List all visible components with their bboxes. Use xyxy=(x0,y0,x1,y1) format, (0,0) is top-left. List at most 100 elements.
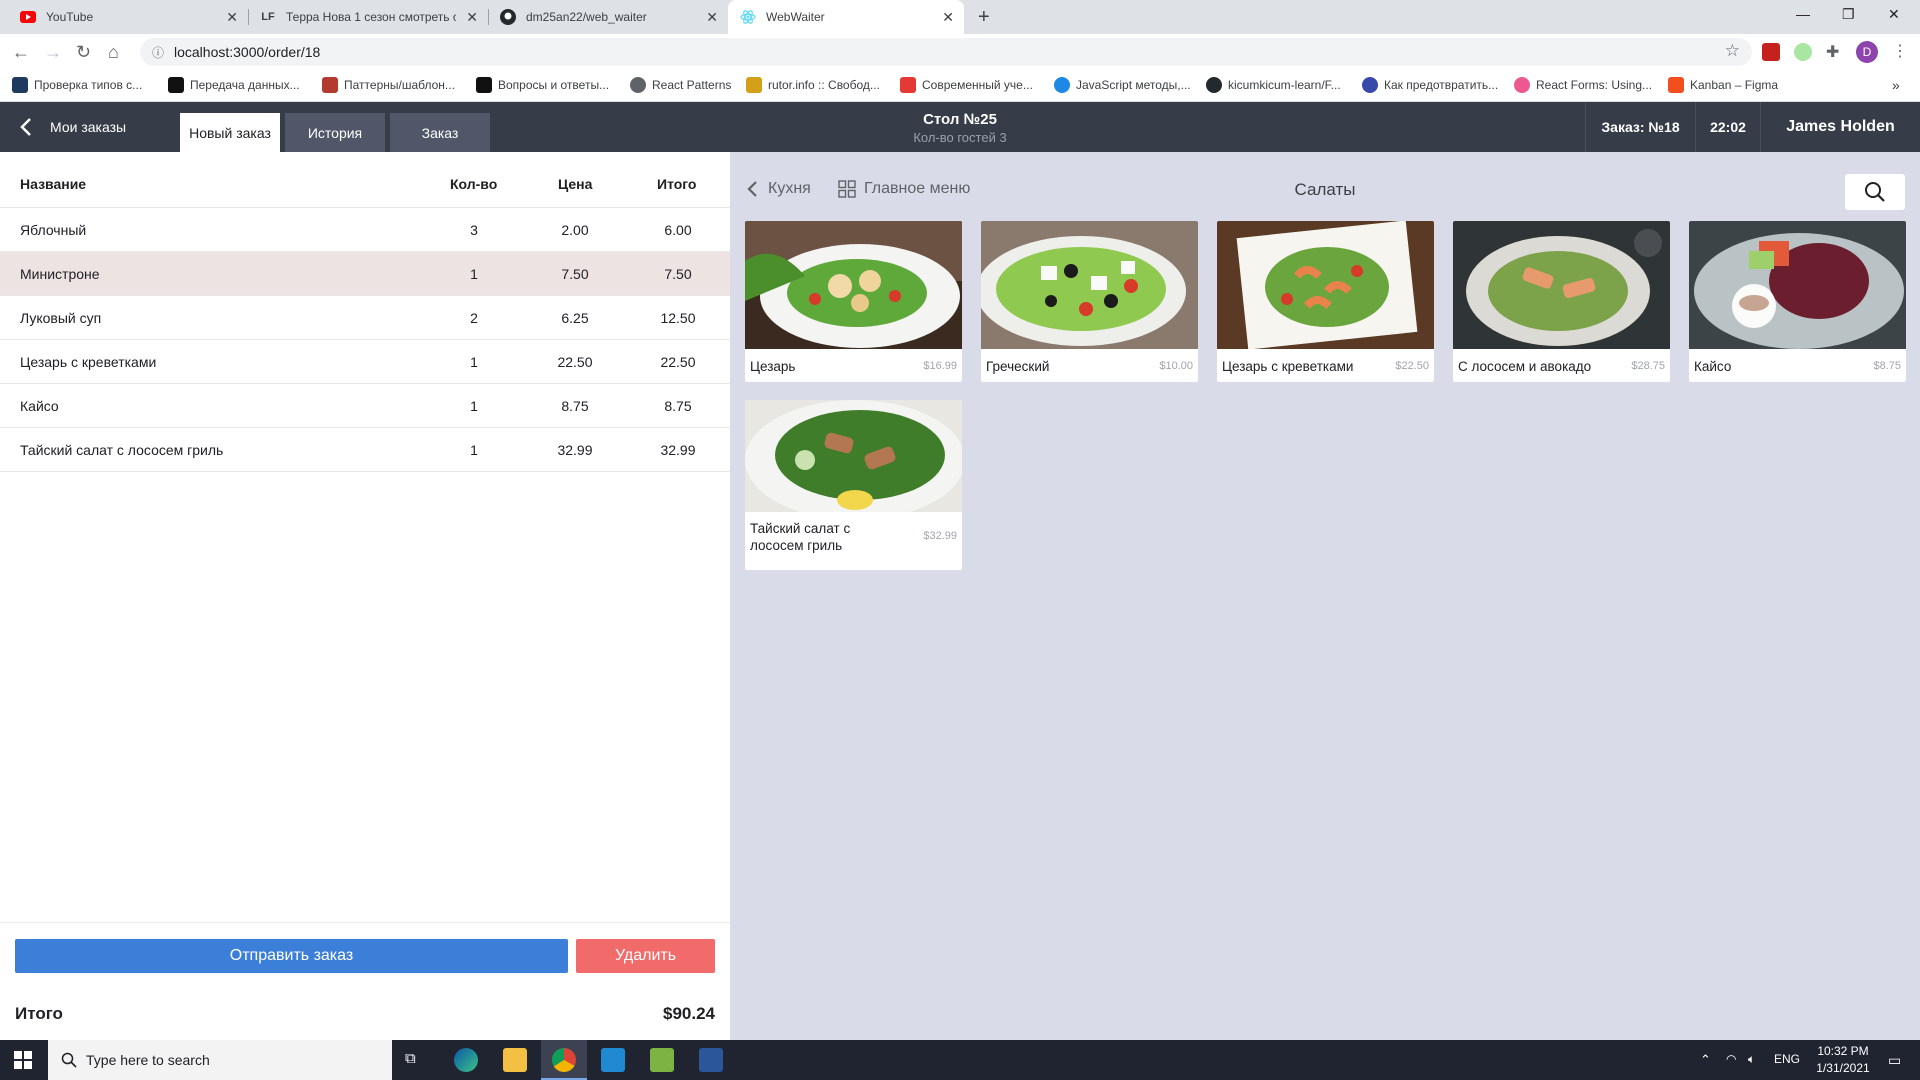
table-row[interactable]: Тайский салат с лососем гриль 1 32.99 32… xyxy=(0,428,730,472)
edge-icon[interactable] xyxy=(454,1048,478,1072)
bookmark-item[interactable]: Вопросы и ответы... xyxy=(476,77,609,93)
menu-item-card[interactable]: Цезарь с креветками $22.50 xyxy=(1217,221,1434,382)
search-icon xyxy=(61,1052,77,1068)
dish-image xyxy=(1453,221,1670,349)
bookmark-item[interactable]: React Patterns xyxy=(630,77,731,93)
table-row[interactable]: Луковый суп 2 6.25 12.50 xyxy=(0,296,730,340)
volume-icon[interactable]: 🔈︎ xyxy=(1748,1052,1755,1067)
restore-icon[interactable]: ❐ xyxy=(1842,6,1855,23)
language-indicator[interactable]: ENG xyxy=(1774,1052,1800,1066)
menu-item-card[interactable]: Греческий $10.00 xyxy=(981,221,1198,382)
bookmark-icon xyxy=(630,77,646,93)
item-total: 7.50 xyxy=(664,266,692,282)
main-menu-button[interactable]: Главное меню xyxy=(838,180,970,198)
menu-item-card[interactable]: Кайсо $8.75 xyxy=(1689,221,1906,382)
taskbar-search-input[interactable]: Type here to search xyxy=(48,1040,392,1080)
bookmark-item[interactable]: Проверка типов с... xyxy=(12,77,142,93)
task-view-icon[interactable]: ⧉ xyxy=(405,1050,416,1067)
app-icon[interactable] xyxy=(650,1048,674,1072)
bookmark-item[interactable]: rutor.info :: Свобод... xyxy=(746,77,880,93)
bookmark-icon xyxy=(746,77,762,93)
close-window-icon[interactable]: ✕ xyxy=(1888,6,1900,23)
browser-tab-github[interactable]: dm25an22/web_waiter ✕ xyxy=(488,0,728,34)
extension-icon[interactable] xyxy=(1794,43,1812,61)
profile-avatar[interactable]: D xyxy=(1856,41,1878,63)
tab-order[interactable]: Заказ xyxy=(390,113,490,152)
notification-icon[interactable]: ▭ xyxy=(1888,1052,1901,1069)
bookmark-item[interactable]: Как предотвратить... xyxy=(1362,77,1498,93)
dish-price: $10.00 xyxy=(1159,360,1193,372)
info-icon[interactable]: ⓘ xyxy=(152,44,164,61)
more-icon[interactable]: ⋮ xyxy=(1892,41,1908,61)
dish-name: С лососем и авокадо xyxy=(1458,359,1592,374)
menu-item-card[interactable]: С лососем и авокадо $28.75 xyxy=(1453,221,1670,382)
item-qty: 3 xyxy=(470,222,478,238)
clock-time[interactable]: 10:32 PM xyxy=(1808,1044,1878,1058)
clock-date[interactable]: 1/31/2021 xyxy=(1808,1061,1878,1075)
wifi-icon[interactable]: ◠ xyxy=(1726,1052,1736,1066)
chevron-left-icon xyxy=(747,181,757,197)
taskbar: Type here to search ⧉ ⌃ ◠ 🔈︎ ENG 10:32 P… xyxy=(0,1040,1920,1080)
close-icon[interactable]: ✕ xyxy=(226,9,238,26)
extension-icon[interactable] xyxy=(1762,43,1780,61)
category-title: Салаты xyxy=(1294,180,1356,199)
delete-button[interactable]: Удалить xyxy=(576,939,715,973)
react-icon xyxy=(740,9,756,25)
puzzle-icon[interactable]: ✚ xyxy=(1826,42,1839,62)
table-row[interactable]: Кайсо 1 8.75 8.75 xyxy=(0,384,730,428)
tab-new-order[interactable]: Новый заказ xyxy=(180,113,280,152)
close-icon[interactable]: ✕ xyxy=(466,9,478,26)
dish-name: Кайсо xyxy=(1694,359,1732,374)
item-total: 22.50 xyxy=(660,354,696,370)
order-number: Заказ: №18 xyxy=(1585,102,1695,152)
reload-icon[interactable]: ↻ xyxy=(76,42,91,63)
dish-price: $32.99 xyxy=(923,530,957,542)
close-icon[interactable]: ✕ xyxy=(942,9,954,26)
bookmark-item[interactable]: JavaScript методы,... xyxy=(1054,77,1191,93)
home-icon[interactable]: ⌂ xyxy=(108,42,119,63)
browser-tab-terra-nova[interactable]: LF Терра Нова 1 сезон смотреть о ✕ xyxy=(248,0,488,34)
chrome-icon[interactable] xyxy=(552,1048,576,1072)
item-total: 6.00 xyxy=(664,222,692,238)
tab-history[interactable]: История xyxy=(285,113,385,152)
item-price: 7.50 xyxy=(561,266,589,282)
vscode-icon[interactable] xyxy=(601,1048,625,1072)
new-tab-icon[interactable]: + xyxy=(978,6,990,29)
youtube-icon xyxy=(20,9,36,25)
bookmark-icon xyxy=(1362,77,1378,93)
forward-arrow-icon[interactable]: → xyxy=(44,42,62,63)
menu-item-card[interactable]: Цезарь $16.99 xyxy=(745,221,962,382)
more-bookmarks-icon[interactable]: » xyxy=(1892,77,1900,93)
browser-tab-webwaiter[interactable]: WebWaiter ✕ xyxy=(728,0,964,34)
file-explorer-icon[interactable] xyxy=(503,1048,527,1072)
waiter-name[interactable]: James Holden xyxy=(1760,102,1920,152)
star-icon[interactable]: ☆ xyxy=(1725,41,1740,61)
dish-image xyxy=(981,221,1198,349)
tab-title: YouTube xyxy=(46,10,94,24)
item-total: 8.75 xyxy=(664,398,692,414)
table-row[interactable]: Цезарь с креветками 1 22.50 22.50 xyxy=(0,340,730,384)
bookmark-item[interactable]: React Forms: Using... xyxy=(1514,77,1652,93)
close-icon[interactable]: ✕ xyxy=(706,9,718,26)
order-panel: Название Кол-во Цена Итого Яблочный 3 2.… xyxy=(0,152,730,1040)
table-row[interactable]: Министроне 1 7.50 7.50 xyxy=(0,252,730,296)
send-order-button[interactable]: Отправить заказ xyxy=(15,939,568,973)
kitchen-back-button[interactable]: Кухня xyxy=(746,180,811,198)
search-button[interactable] xyxy=(1845,174,1905,210)
chevron-up-icon[interactable]: ⌃ xyxy=(1700,1052,1711,1068)
minimize-icon[interactable]: — xyxy=(1796,6,1810,22)
menu-item-card[interactable]: Тайский салат с лососем гриль $32.99 xyxy=(745,400,962,570)
bookmark-item[interactable]: Современный уче... xyxy=(900,77,1033,93)
table-row[interactable]: Яблочный 3 2.00 6.00 xyxy=(0,208,730,252)
my-orders-button[interactable]: Мои заказы xyxy=(18,102,126,152)
windows-start-icon[interactable] xyxy=(14,1051,32,1074)
back-arrow-icon[interactable]: ← xyxy=(12,42,30,63)
word-icon[interactable] xyxy=(699,1048,723,1072)
bookmark-item[interactable]: kicumkicum-learn/F... xyxy=(1206,77,1341,93)
dish-name: Греческий xyxy=(986,359,1050,374)
bookmark-item[interactable]: Передача данных... xyxy=(168,77,300,93)
browser-tab-youtube[interactable]: YouTube ✕ xyxy=(8,0,248,34)
bookmark-item[interactable]: Kanban – Figma xyxy=(1668,77,1778,93)
address-bar[interactable]: ⓘ localhost:3000/order/18 ☆ xyxy=(140,38,1752,66)
bookmark-item[interactable]: Паттерны/шаблон... xyxy=(322,77,455,93)
